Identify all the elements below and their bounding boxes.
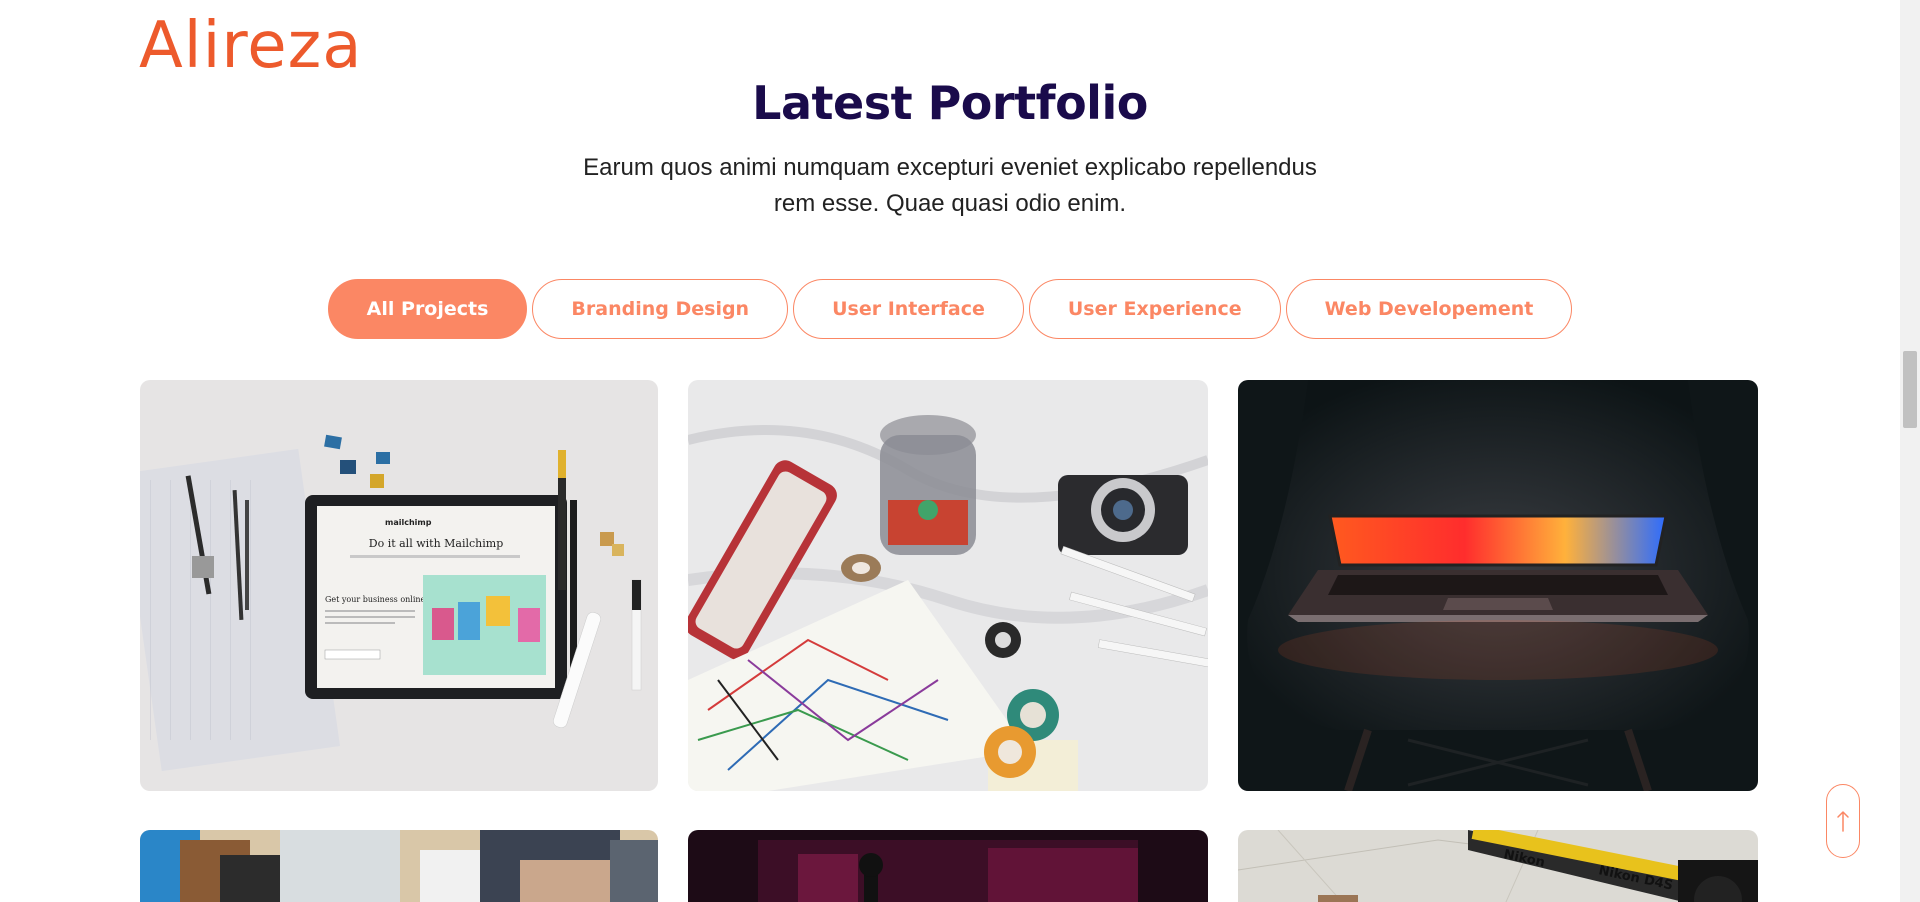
scroll-to-top-button[interactable] <box>1826 784 1860 858</box>
filter-branding-design[interactable]: Branding Design <box>532 279 789 339</box>
filter-user-interface[interactable]: User Interface <box>793 279 1024 339</box>
portfolio-item-5[interactable] <box>688 830 1208 902</box>
portfolio-item-3[interactable] <box>1238 380 1758 791</box>
portfolio-item-6[interactable]: Nikon Nikon D4S <box>1238 830 1758 902</box>
laptop-on-chair-photo <box>1238 380 1758 791</box>
filter-web-development[interactable]: Web Developement <box>1285 279 1573 339</box>
portfolio-item-4[interactable] <box>140 830 658 902</box>
filter-all-projects[interactable]: All Projects <box>327 279 528 339</box>
scrollbar-thumb[interactable] <box>1903 351 1917 428</box>
section-title: Latest Portfolio <box>752 76 1148 130</box>
page-scrollbar[interactable] <box>1900 0 1920 902</box>
camera-map-photo: Nikon Nikon D4S <box>1238 830 1758 902</box>
site-logo[interactable]: Alireza <box>139 8 362 85</box>
portfolio-filters: All Projects Branding Design User Interf… <box>0 279 1900 339</box>
section-subtitle: Earum quos animi numquam excepturi eveni… <box>583 154 1317 217</box>
mailchimp-headline: Do it all with Mailchimp <box>369 537 504 550</box>
arrow-up-icon <box>1837 810 1849 832</box>
dark-controller-photo <box>688 830 1208 902</box>
camera-tape-map-photo <box>688 380 1208 791</box>
portfolio-item-2[interactable] <box>688 380 1208 791</box>
tablet-mailchimp-photo: mailchimp Do it all with Mailchimp Get y… <box>140 380 658 791</box>
filter-user-experience[interactable]: User Experience <box>1028 279 1281 339</box>
page: Alireza Latest Portfolio Earum quos anim… <box>0 0 1920 902</box>
mailchimp-subhead: Get your business online <box>325 595 426 604</box>
desk-laptop-photo <box>140 830 658 902</box>
mailchimp-brand: mailchimp <box>385 518 432 527</box>
portfolio-item-1[interactable]: mailchimp Do it all with Mailchimp Get y… <box>140 380 658 791</box>
